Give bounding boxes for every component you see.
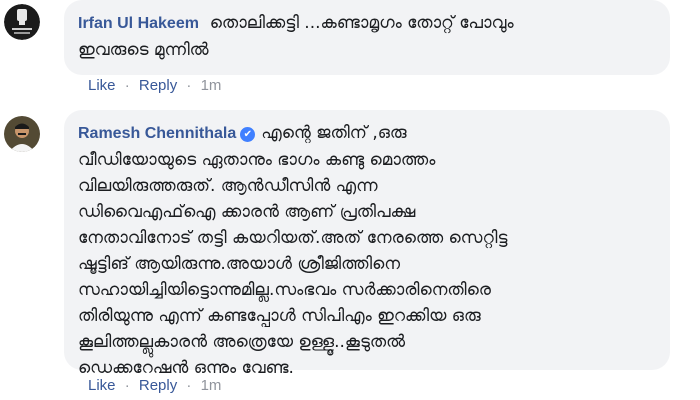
separator: · — [124, 77, 130, 94]
avatar[interactable] — [4, 4, 40, 40]
author-name[interactable]: Irfan Ul Hakeem — [78, 15, 199, 32]
comment-text: Irfan Ul Hakeem തൊലിക്കട്ടി ...കണ്ടാമൃഗം… — [78, 10, 656, 63]
like-button[interactable]: Like — [88, 377, 116, 394]
verified-badge-icon: ✔ — [240, 127, 256, 142]
timestamp[interactable]: 1m — [201, 77, 222, 94]
separator: · — [186, 77, 192, 94]
comment-actions: Like · Reply · 1m — [88, 377, 221, 394]
reply-button[interactable]: Reply — [139, 377, 177, 394]
comment-text: Ramesh Chennithala ✔ എന്റെ ജതിന് ,ഒരു വീഡി… — [78, 120, 656, 381]
person-photo-icon — [4, 116, 40, 152]
author-name[interactable]: Ramesh Chennithala — [78, 125, 236, 142]
avatar[interactable] — [4, 116, 40, 152]
fist-logo-icon — [4, 4, 40, 40]
comment-bubble: Ramesh Chennithala ✔ എന്റെ ജതിന് ,ഒരു വീഡി… — [64, 110, 670, 378]
comment-bubble: Irfan Ul Hakeem തൊലിക്കട്ടി ...കണ്ടാമൃഗം… — [64, 0, 670, 75]
like-button[interactable]: Like — [88, 77, 116, 94]
timestamp[interactable]: 1m — [201, 377, 222, 394]
reply-button[interactable]: Reply — [139, 77, 177, 94]
comment-body: എന്റെ ജതിന് ,ഒരു വീഡിയോയുടെ ഏതാനും ഭാഗം … — [78, 123, 508, 378]
separator: · — [124, 377, 130, 394]
comment-actions: Like · Reply · 1m — [88, 77, 221, 94]
separator: · — [186, 377, 192, 394]
